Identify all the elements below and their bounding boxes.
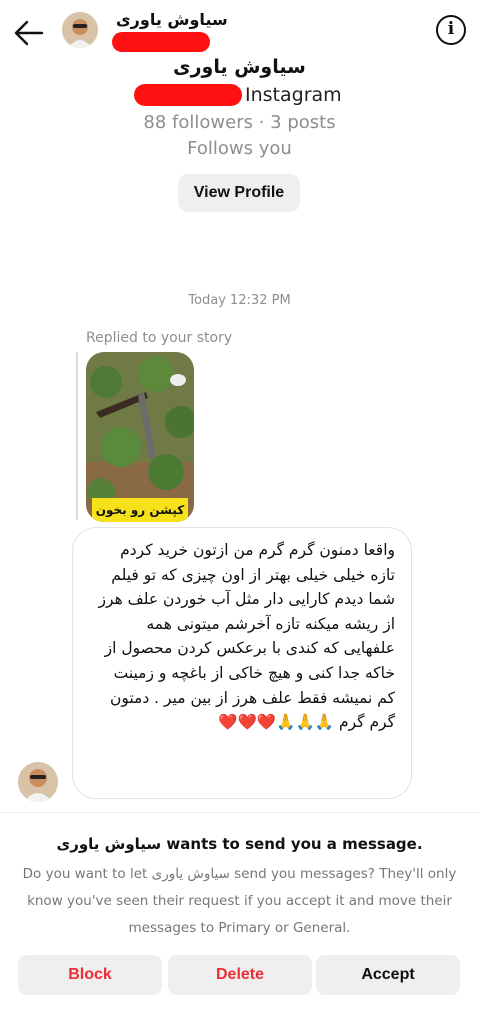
info-icon[interactable]: i — [436, 15, 466, 45]
back-arrow-icon[interactable] — [12, 16, 46, 50]
redacted-username — [112, 32, 210, 52]
message-request-panel: سیاوش یاوری wants to send you a message.… — [0, 812, 479, 1025]
profile-name: سیاوش یاوری — [173, 56, 306, 78]
accept-button[interactable]: Accept — [316, 955, 460, 995]
replied-to-story-label: Replied to your story — [86, 330, 233, 346]
reply-quote-line — [76, 352, 78, 520]
follows-you-label: Follows you — [187, 138, 292, 159]
request-description: Do you want to let سیاوش یاوری send you … — [22, 866, 457, 936]
message-timestamp: Today 12:32 PM — [188, 293, 291, 308]
header-avatar[interactable] — [62, 12, 98, 48]
request-title: سیاوش یاوری wants to send you a message. — [56, 835, 423, 853]
view-profile-button[interactable]: View Profile — [178, 174, 300, 212]
block-button[interactable]: Block — [18, 955, 162, 995]
story-thumbnail[interactable]: کپشن رو بخون — [86, 352, 194, 522]
message-bubble[interactable]: واقعا دمنون گرم گرم من ازتون خرید کردم ت… — [72, 527, 412, 799]
sender-avatar[interactable] — [18, 762, 58, 802]
profile-stats: 88 followers · 3 posts — [143, 112, 336, 133]
delete-button[interactable]: Delete — [168, 955, 312, 995]
profile-platform: Instagram — [245, 84, 342, 106]
message-text: واقعا دمنون گرم گرم من ازتون خرید کردم ت… — [98, 541, 395, 732]
redacted-handle — [134, 84, 242, 106]
story-caption: کپشن رو بخون — [92, 498, 188, 522]
header-contact-name: سیاوش یاوری — [116, 10, 228, 29]
